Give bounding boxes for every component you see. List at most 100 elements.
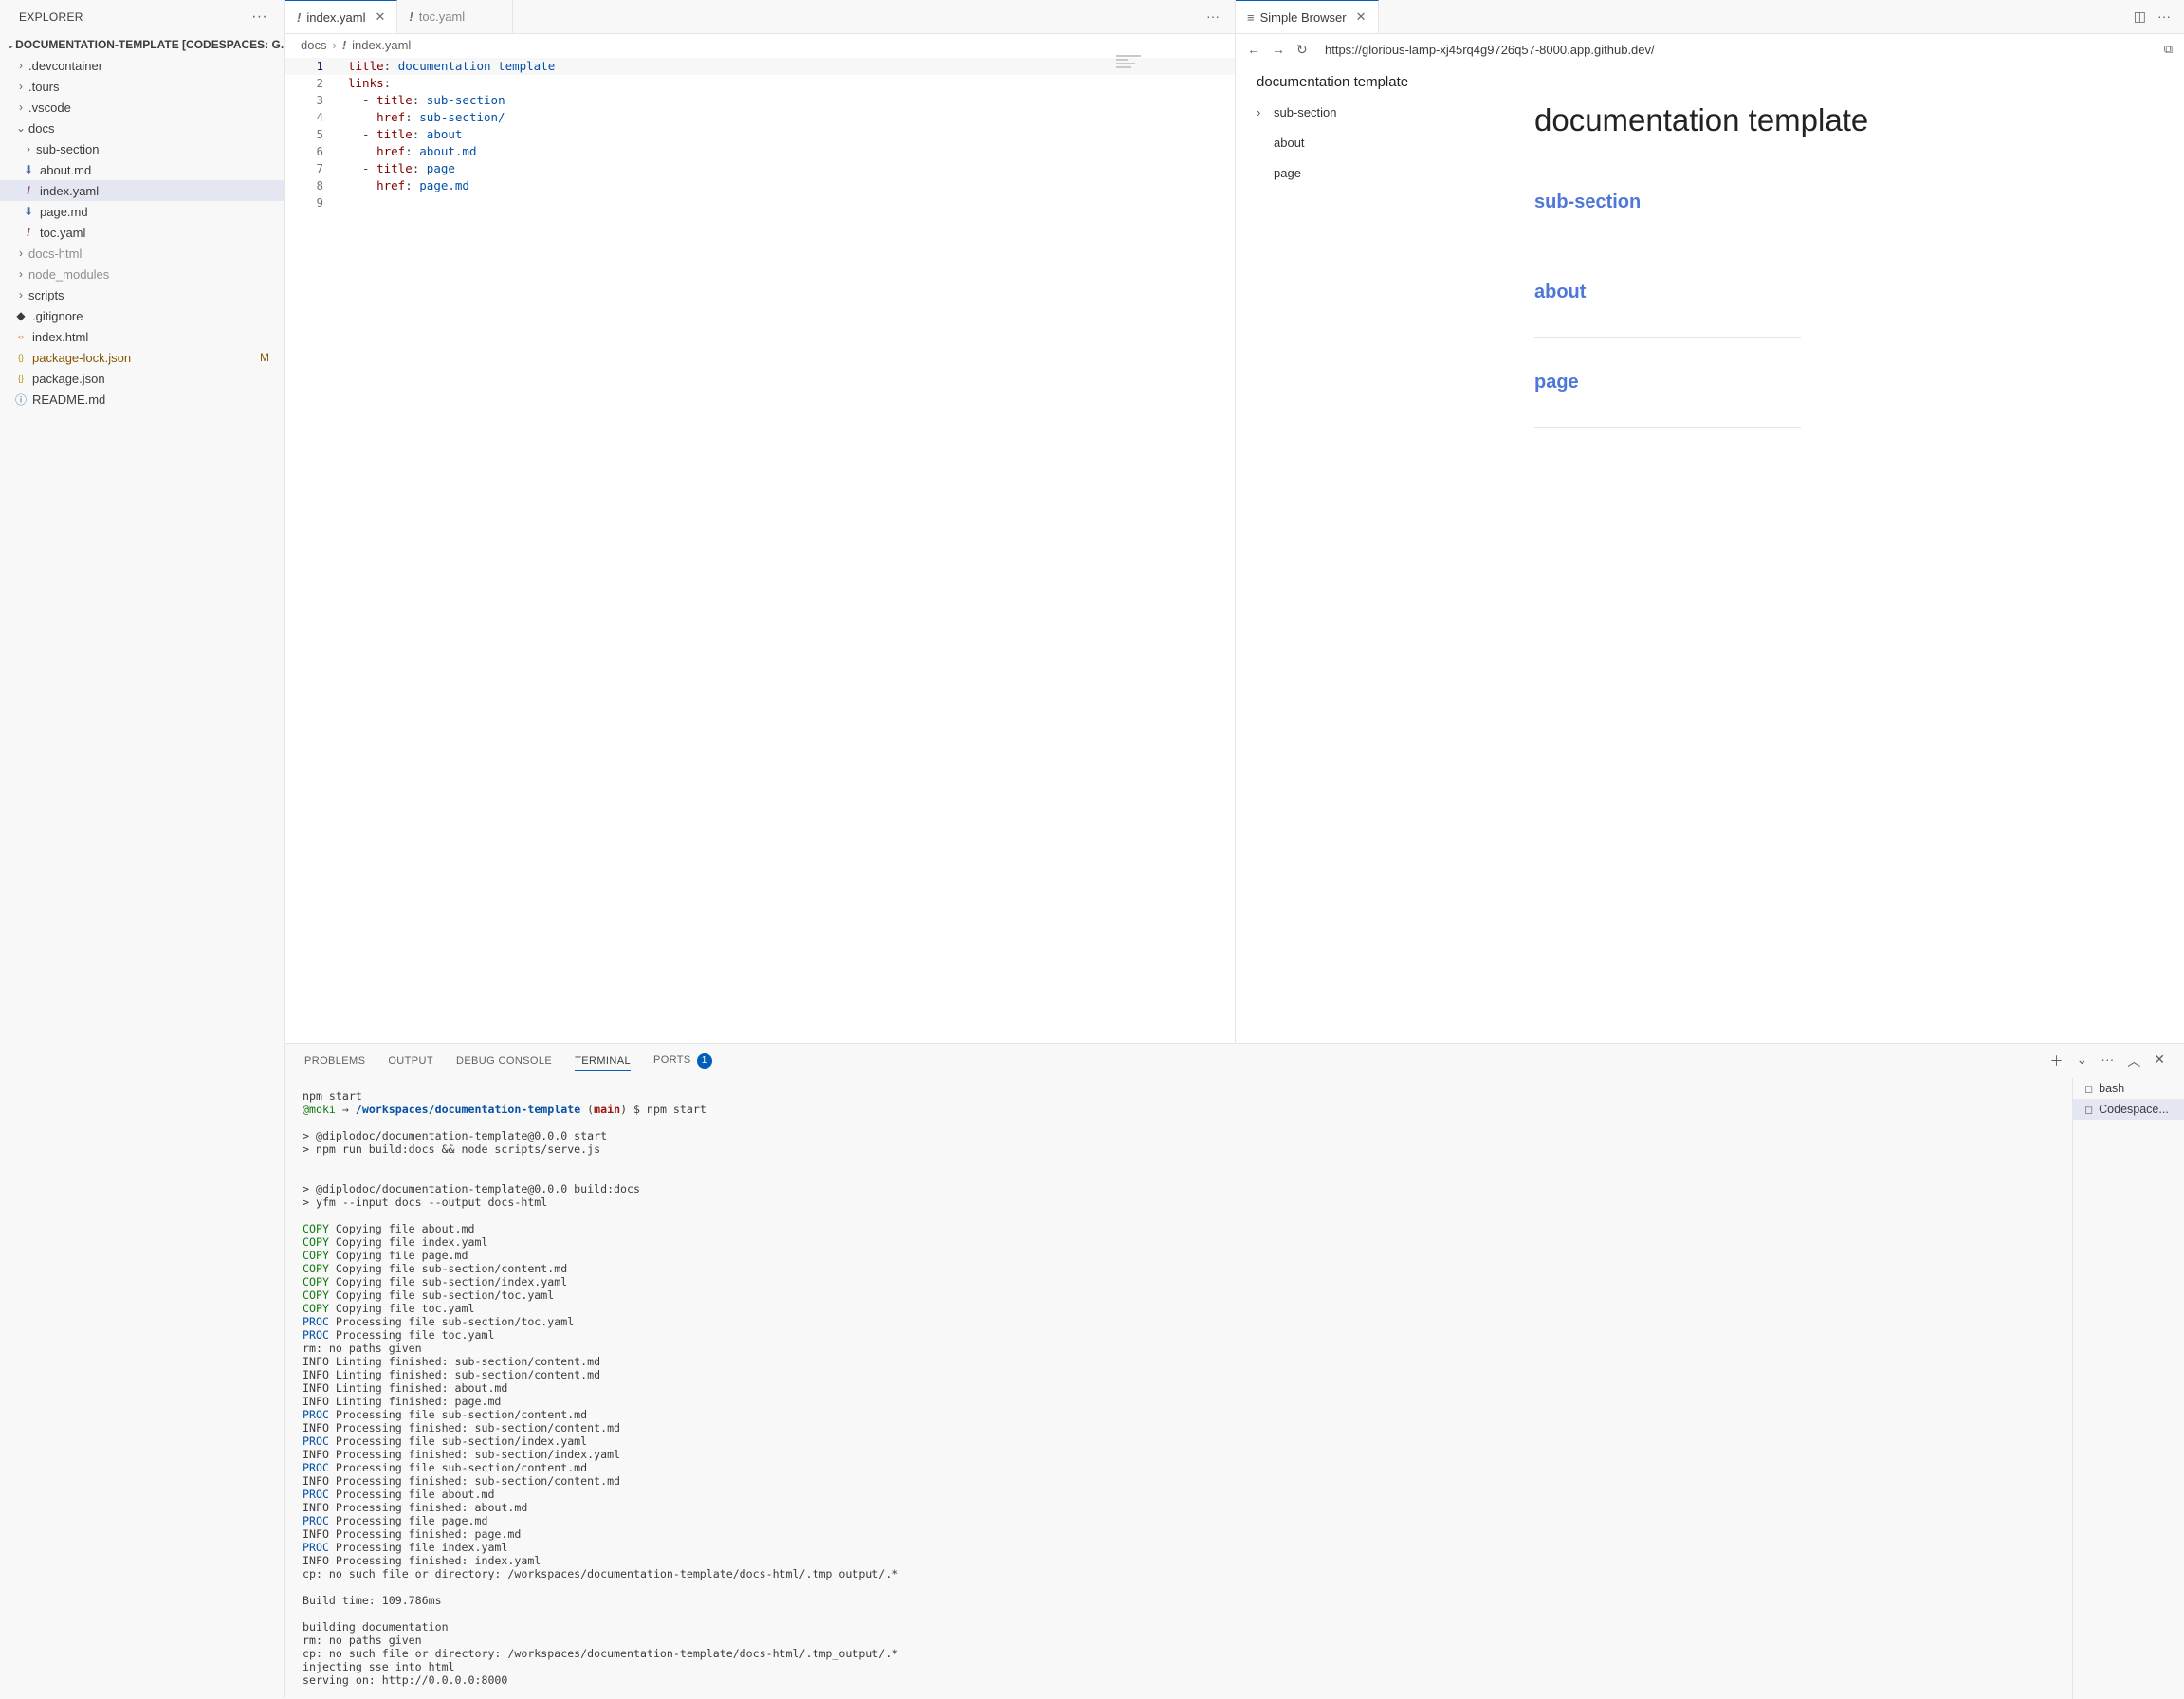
simple-browser: ≡ Simple Browser ✕ ◫ ··· ← → ↻ https://g… bbox=[1236, 0, 2184, 1043]
link-page[interactable]: page bbox=[1534, 338, 1801, 428]
code-line[interactable]: 3 - title: sub-section bbox=[285, 92, 1235, 109]
project-root[interactable]: ⌄ DOCUMENTATION-TEMPLATE [CODESPACES: G.… bbox=[0, 34, 284, 55]
explorer-more-icon[interactable]: ··· bbox=[251, 9, 267, 26]
tree-item[interactable]: ⬇ page.md bbox=[0, 201, 284, 222]
tree-item[interactable]: ◆ .gitignore bbox=[0, 305, 284, 326]
tree-item[interactable]: {} package-lock.json M bbox=[0, 347, 284, 368]
tree-item[interactable]: ⌄ docs bbox=[0, 118, 284, 138]
tab-debug-console[interactable]: DEBUG CONSOLE bbox=[456, 1051, 552, 1070]
tree-item[interactable]: › docs-html bbox=[0, 243, 284, 264]
tab-output[interactable]: OUTPUT bbox=[388, 1051, 433, 1070]
code-line[interactable]: 4 href: sub-section/ bbox=[285, 109, 1235, 126]
tree-item-label: .devcontainer bbox=[28, 58, 103, 73]
code-line[interactable]: 7 - title: page bbox=[285, 160, 1235, 177]
tree-item[interactable]: › node_modules bbox=[0, 264, 284, 284]
terminal-line: PROC Processing file sub-section/toc.yam… bbox=[303, 1315, 575, 1328]
code-text: title: documentation template bbox=[348, 59, 556, 73]
chevron-right-icon: › bbox=[19, 100, 23, 114]
code-line[interactable]: 1 title: documentation template bbox=[285, 58, 1235, 75]
close-panel-icon[interactable]: ✕ bbox=[2154, 1051, 2165, 1070]
chevron-down-icon[interactable]: ⌄ bbox=[2077, 1051, 2088, 1070]
toc-item-label: page bbox=[1274, 165, 1301, 180]
tree-item[interactable]: › sub-section bbox=[0, 138, 284, 159]
terminal-line: COPY Copying file about.md bbox=[303, 1222, 475, 1235]
yaml-key: href bbox=[376, 144, 406, 158]
code-line[interactable]: 2 links: bbox=[285, 75, 1235, 92]
editor-tab-bar: ! index.yaml ✕ ! toc.yaml ··· bbox=[285, 0, 1235, 34]
toc-item-sub-section[interactable]: › sub-section bbox=[1236, 97, 1496, 127]
new-terminal-icon[interactable]: ＋ bbox=[2050, 1051, 2064, 1070]
tree-item[interactable]: ! toc.yaml bbox=[0, 222, 284, 243]
terminal-line: INFO Linting finished: about.md bbox=[303, 1381, 508, 1395]
info-file-icon: ⓘ bbox=[14, 393, 27, 407]
terminal-line: INFO Processing finished: sub-section/co… bbox=[303, 1421, 621, 1434]
terminal-line: INFO Processing finished: index.yaml bbox=[303, 1554, 541, 1567]
forward-icon[interactable]: → bbox=[1272, 42, 1296, 57]
terminal-output[interactable]: npm start @moki → /workspaces/documentati… bbox=[303, 1089, 2066, 1696]
tree-item[interactable]: ! index.yaml bbox=[0, 180, 284, 201]
breadcrumb-item[interactable]: docs bbox=[301, 38, 326, 52]
tree-item[interactable]: › .vscode bbox=[0, 97, 284, 118]
link-about[interactable]: about bbox=[1534, 247, 1801, 338]
yaml-file-icon: ! bbox=[297, 9, 302, 25]
split-editor-icon[interactable]: ◫ bbox=[2134, 9, 2146, 25]
code-line[interactable]: 5 - title: about bbox=[285, 126, 1235, 143]
code-line[interactable]: 6 href: about.md bbox=[285, 143, 1235, 160]
close-icon[interactable]: ✕ bbox=[1356, 9, 1367, 25]
editor-more-icon[interactable]: ··· bbox=[1206, 9, 1220, 24]
toc-title[interactable]: documentation template bbox=[1236, 64, 1496, 95]
chevron-right-icon[interactable]: › bbox=[1257, 105, 1274, 119]
tree-item-label: sub-section bbox=[36, 141, 100, 156]
yaml-key: title bbox=[376, 93, 413, 107]
tab-ports[interactable]: PORTS 1 bbox=[653, 1050, 712, 1072]
maximize-panel-icon[interactable]: ︿ bbox=[2127, 1051, 2140, 1070]
tree-item[interactable]: ⓘ README.md bbox=[0, 389, 284, 410]
line-number: 3 bbox=[316, 93, 323, 107]
terminal-line: injecting sse into html bbox=[303, 1660, 455, 1673]
code-line[interactable]: 9 bbox=[285, 194, 1235, 211]
terminal-item-codespace[interactable]: ◻ Codespace... bbox=[2073, 1099, 2184, 1120]
git-file-icon: ◆ bbox=[16, 309, 26, 322]
tree-item[interactable]: › .tours bbox=[0, 76, 284, 97]
tab-problems[interactable]: PROBLEMS bbox=[304, 1051, 365, 1070]
tab-terminal[interactable]: TERMINAL bbox=[575, 1051, 631, 1071]
breadcrumb-item[interactable]: index.yaml bbox=[352, 38, 411, 52]
link-sub-section[interactable]: sub-section bbox=[1534, 157, 1801, 247]
terminal-line: INFO Linting finished: sub-section/conte… bbox=[303, 1368, 601, 1381]
toc-item-about[interactable]: about bbox=[1236, 127, 1496, 157]
terminal-line: serving on: http://0.0.0.0:8000 bbox=[303, 1673, 508, 1687]
minimap[interactable] bbox=[1116, 55, 1141, 70]
code-line[interactable]: 8 href: page.md bbox=[285, 177, 1235, 194]
bottom-panel: PROBLEMS OUTPUT DEBUG CONSOLE TERMINAL P… bbox=[285, 1043, 2184, 1699]
tree-item[interactable]: {} package.json bbox=[0, 368, 284, 389]
back-icon[interactable]: ← bbox=[1247, 42, 1272, 57]
tree-item[interactable]: › .devcontainer bbox=[0, 55, 284, 76]
git-status-badge: M bbox=[260, 351, 269, 364]
tab-toc-yaml[interactable]: ! toc.yaml bbox=[397, 0, 514, 33]
terminal-line: PROC Processing file about.md bbox=[303, 1488, 495, 1501]
close-icon[interactable]: ✕ bbox=[375, 9, 385, 25]
line-number: 6 bbox=[316, 144, 323, 158]
toc-item-page[interactable]: page bbox=[1236, 157, 1496, 188]
terminal-line: > npm run build:docs && node scripts/ser… bbox=[303, 1142, 601, 1156]
tab-index-yaml[interactable]: ! index.yaml ✕ bbox=[285, 0, 398, 33]
tree-item-label: node_modules bbox=[28, 266, 110, 282]
more-icon[interactable]: ··· bbox=[2101, 1051, 2114, 1070]
markdown-file-icon: ⬇ bbox=[23, 205, 34, 218]
open-external-icon[interactable]: ⧉ bbox=[2164, 42, 2173, 57]
tree-item[interactable]: ⬇ about.md bbox=[0, 159, 284, 180]
tab-simple-browser[interactable]: ≡ Simple Browser ✕ bbox=[1236, 0, 1379, 33]
url-field[interactable]: https://glorious-lamp-xj45rq4g9726q57-80… bbox=[1325, 43, 1655, 57]
tree-item[interactable]: › scripts bbox=[0, 284, 284, 305]
more-icon[interactable]: ··· bbox=[2157, 9, 2171, 24]
browser-icon: ≡ bbox=[1247, 9, 1255, 25]
tree-item[interactable]: ‹› index.html bbox=[0, 326, 284, 347]
terminal-item-bash[interactable]: ◻ bash bbox=[2073, 1078, 2184, 1099]
yaml-value: documentation template bbox=[391, 59, 556, 73]
code-editor[interactable]: 1 title: documentation template 2 links: 3 -… bbox=[285, 58, 1235, 211]
reload-icon[interactable]: ↻ bbox=[1296, 42, 1321, 58]
terminal-line: INFO Linting finished: page.md bbox=[303, 1395, 502, 1408]
